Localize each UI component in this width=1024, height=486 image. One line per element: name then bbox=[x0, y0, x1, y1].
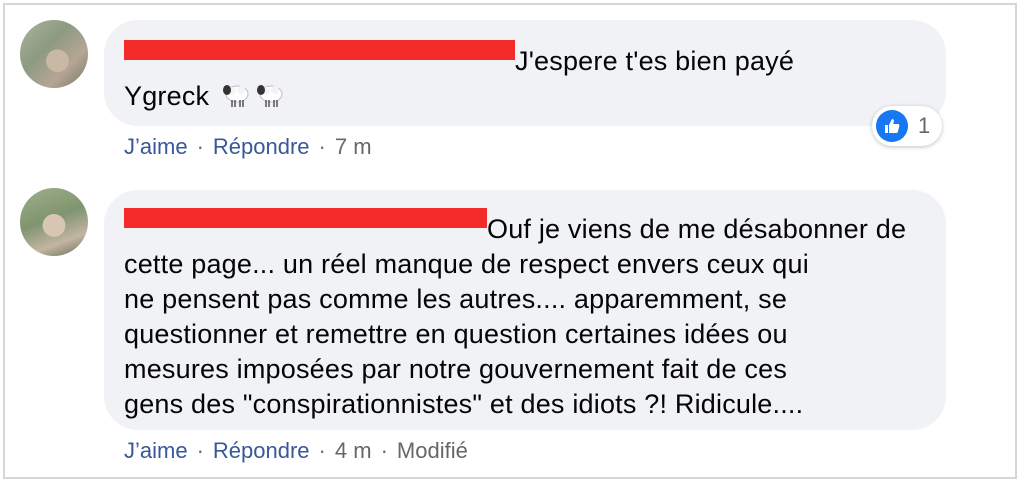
redacted-author-name bbox=[124, 40, 515, 60]
comment-text: Ygreck bbox=[124, 81, 210, 111]
comment-actions: J’aime · Répondre · 7 m bbox=[124, 134, 372, 160]
comment-bubble: J'espere t'es bien payé Ygreck bbox=[104, 20, 946, 126]
separator: · bbox=[380, 438, 388, 463]
redacted-author-name bbox=[124, 208, 487, 228]
sheep-emoji-icon bbox=[221, 79, 251, 118]
comment-text: mesures imposées par notre gouvernement … bbox=[124, 354, 788, 384]
reply-link[interactable]: Répondre bbox=[213, 438, 310, 463]
comment-bubble: Ouf je viens de me désabonner de cette p… bbox=[104, 190, 946, 430]
comment-text: ne pensent pas comme les autres.... appa… bbox=[124, 284, 788, 314]
timestamp[interactable]: 7 m bbox=[335, 134, 372, 159]
separator: · bbox=[318, 438, 326, 463]
like-link[interactable]: J’aime bbox=[124, 134, 188, 159]
avatar[interactable] bbox=[20, 20, 88, 88]
comment-text: Ouf je viens de me désabonner de bbox=[487, 214, 907, 244]
avatar[interactable] bbox=[20, 188, 88, 256]
comment-text: gens des "conspirationnistes" et des idi… bbox=[124, 389, 804, 419]
separator: · bbox=[318, 134, 326, 159]
reaction-count: 1 bbox=[918, 113, 931, 138]
edited-label[interactable]: Modifié bbox=[397, 438, 468, 463]
comment-text: J'espere t'es bien payé bbox=[515, 46, 795, 76]
comment-text: questionner et remettre en question cert… bbox=[124, 319, 788, 349]
timestamp[interactable]: 4 m bbox=[335, 438, 372, 463]
like-icon bbox=[876, 110, 908, 142]
reaction-count-badge[interactable]: 1 bbox=[872, 106, 943, 146]
comment-actions: J’aime · Répondre · 4 m · Modifié bbox=[124, 438, 468, 464]
separator: · bbox=[196, 438, 204, 463]
reply-link[interactable]: Répondre bbox=[213, 134, 310, 159]
sheep-emoji-icon bbox=[255, 79, 285, 118]
separator: · bbox=[196, 134, 204, 159]
like-link[interactable]: J’aime bbox=[124, 438, 188, 463]
comment-text: cette page... un réel manque de respect … bbox=[124, 249, 809, 279]
